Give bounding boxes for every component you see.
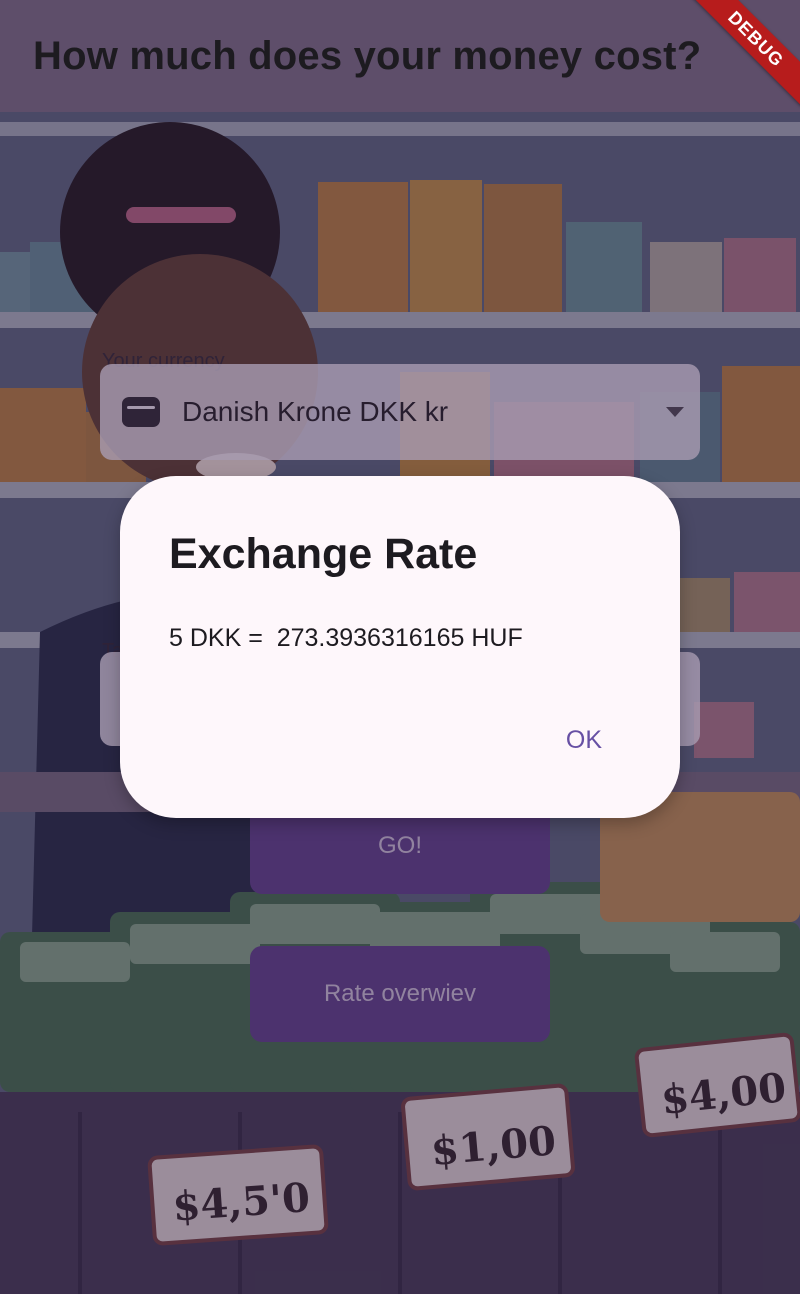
debug-banner-label: DEBUG — [690, 0, 800, 107]
exchange-rate-dialog: Exchange Rate 5 DKK = 273.3936316165 HUF… — [120, 476, 680, 818]
dialog-content: 5 DKK = 273.3936316165 HUF — [169, 624, 523, 652]
dialog-title: Exchange Rate — [169, 530, 478, 578]
debug-banner: DEBUG — [690, 0, 800, 110]
app-bar-title: How much does your money cost? — [33, 33, 702, 78]
app-bar: How much does your money cost? — [0, 0, 800, 112]
ok-button[interactable]: OK — [558, 722, 610, 759]
